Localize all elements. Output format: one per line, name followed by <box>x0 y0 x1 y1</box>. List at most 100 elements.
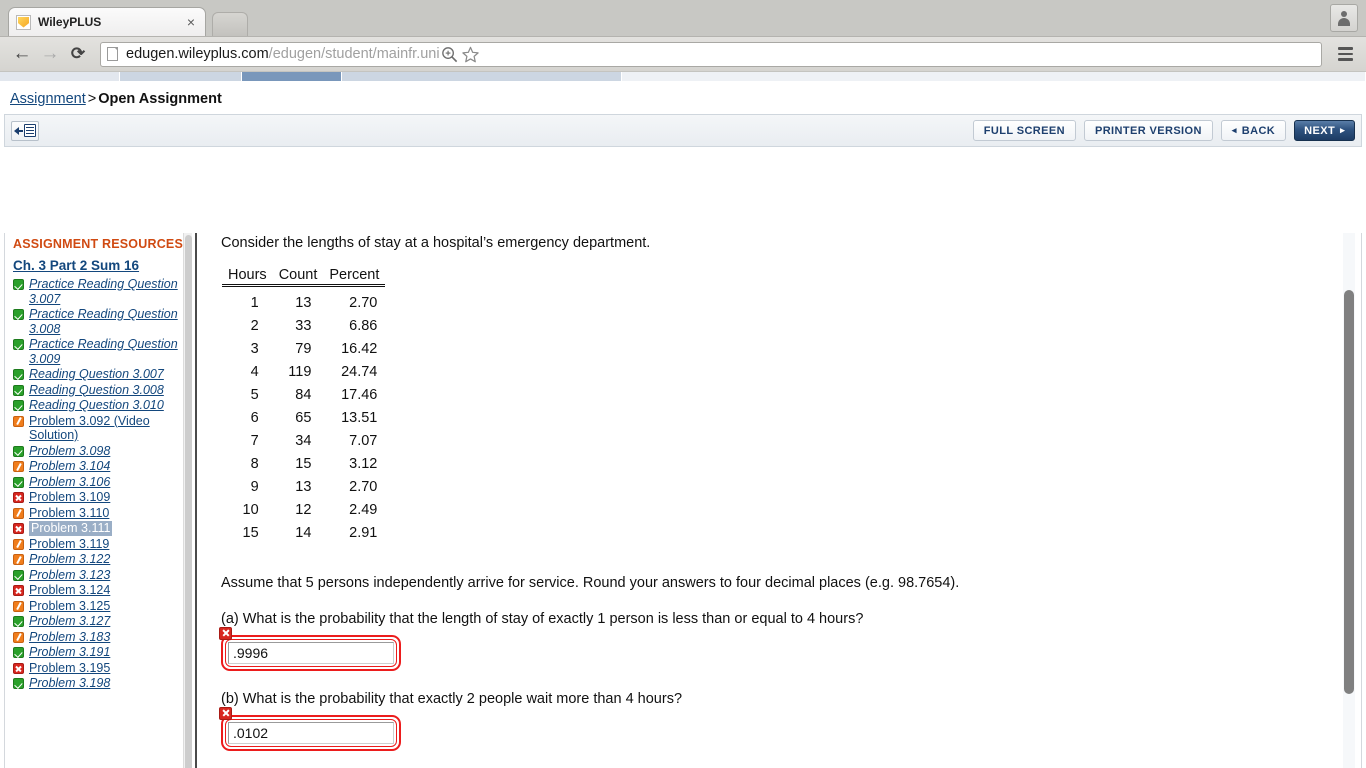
list-item[interactable]: Practice Reading Question 3.007 <box>13 277 195 306</box>
breadcrumb-assignment-link[interactable]: Assignment <box>10 91 86 107</box>
sidebar-item-label[interactable]: Problem 3.198 <box>29 676 110 691</box>
sidebar-item-label[interactable]: Problem 3.098 <box>29 444 110 459</box>
sidebar-item-label[interactable]: Reading Question 3.008 <box>29 383 164 398</box>
collapse-panel-icon[interactable] <box>11 120 39 141</box>
table-cell: 84 <box>295 387 312 403</box>
table-row: 3 79 16.42 <box>222 338 385 361</box>
sidebar-item-label[interactable]: Practice Reading Question 3.008 <box>29 307 195 336</box>
sidebar-item-label[interactable]: Problem 3.123 <box>29 568 110 583</box>
sidebar-item-label[interactable]: Problem 3.106 <box>29 475 110 490</box>
breadcrumb-current: Open Assignment <box>98 91 222 107</box>
list-item[interactable]: Problem 3.127 <box>13 614 195 629</box>
assignment-resources-sidebar: ASSIGNMENT RESOURCES Ch. 3 Part 2 Sum 16… <box>5 233 195 768</box>
list-item[interactable]: Problem 3.092 (Video Solution) <box>13 414 195 443</box>
url-text: edugen.wileyplus.com/edugen/student/main… <box>126 46 440 62</box>
full-screen-button[interactable]: FULL SCREEN <box>972 120 1076 141</box>
sidebar-item-label[interactable]: Practice Reading Question 3.007 <box>29 277 195 306</box>
table-cell: 4 <box>250 364 259 380</box>
search-zoom-icon[interactable] <box>440 45 459 64</box>
back-button[interactable]: ◂ BACK <box>1220 120 1287 141</box>
status-incorrect-icon <box>13 523 24 534</box>
table-cell: 34 <box>295 433 312 449</box>
sidebar-item-label[interactable]: Practice Reading Question 3.009 <box>29 337 195 366</box>
forward-button[interactable]: → <box>36 40 64 68</box>
address-bar[interactable]: edugen.wileyplus.com/edugen/student/main… <box>100 41 1322 67</box>
list-item[interactable]: Reading Question 3.008 <box>13 383 195 398</box>
content-scrollbar[interactable] <box>1343 233 1355 768</box>
length-of-stay-table: Hours Count Percent 1 13 2.70 2 33 6.86 3 79 16.42… <box>222 267 386 545</box>
sidebar-item-label[interactable]: Problem 3.124 <box>29 583 110 598</box>
list-item[interactable]: Problem 3.122 <box>13 552 195 567</box>
list-item[interactable]: Problem 3.191 <box>13 645 195 660</box>
hamburger-menu-icon[interactable] <box>1332 41 1358 67</box>
sidebar-item-label[interactable]: Problem 3.111 <box>29 521 113 536</box>
url-path: /edugen/student/mainfr.uni <box>268 46 440 62</box>
browser-tab[interactable]: WileyPLUS × <box>8 7 206 36</box>
sidebar-scrollbar[interactable] <box>183 233 192 768</box>
table-cell: 10 <box>242 502 259 518</box>
list-item[interactable]: Reading Question 3.010 <box>13 398 195 413</box>
sidebar-item-label[interactable]: Problem 3.119 <box>29 537 109 552</box>
list-item[interactable]: Problem 3.110 <box>13 506 195 521</box>
progress-segment <box>120 72 242 81</box>
assignment-body: ASSIGNMENT RESOURCES Ch. 3 Part 2 Sum 16… <box>4 233 1362 768</box>
table-cell: 33 <box>295 318 312 334</box>
printer-version-button[interactable]: PRINTER VERSION <box>1083 120 1213 141</box>
list-item[interactable]: Problem 3.125 <box>13 599 195 614</box>
sidebar-item-label[interactable]: Problem 3.195 <box>29 661 110 676</box>
star-icon[interactable] <box>461 45 480 64</box>
new-tab-button[interactable] <box>212 12 248 36</box>
content-scrollbar-thumb[interactable] <box>1344 290 1354 694</box>
status-partial-icon <box>13 554 24 565</box>
next-button[interactable]: NEXT ▸ <box>1294 120 1355 141</box>
sidebar-scrollbar-thumb[interactable] <box>185 235 192 768</box>
sidebar-item-label[interactable]: Problem 3.183 <box>29 630 110 645</box>
list-item[interactable]: Problem 3.123 <box>13 568 195 583</box>
list-item[interactable]: Problem 3.198 <box>13 676 195 691</box>
status-partial-icon <box>13 461 24 472</box>
list-item[interactable]: Reading Question 3.007 <box>13 367 195 382</box>
list-item[interactable]: Problem 3.124 <box>13 583 195 598</box>
reload-button[interactable]: ⟳ <box>64 40 92 68</box>
close-icon[interactable]: × <box>184 15 198 29</box>
list-item[interactable]: Problem 3.106 <box>13 475 195 490</box>
intro-text: Consider the lengths of stay at a hospit… <box>221 235 651 251</box>
table-cell: 2.70 <box>349 479 378 495</box>
list-item[interactable]: Problem 3.111 <box>13 521 195 536</box>
sidebar-item-label[interactable]: Problem 3.104 <box>29 459 110 474</box>
table-cell: 2.70 <box>349 295 378 311</box>
list-item[interactable]: Problem 3.098 <box>13 444 195 459</box>
answer-input[interactable] <box>228 641 394 664</box>
sidebar-group-link[interactable]: Ch. 3 Part 2 Sum 16 <box>13 258 195 273</box>
sidebar-item-label[interactable]: Problem 3.110 <box>29 506 109 521</box>
table-row: 7 34 7.07 <box>222 430 385 453</box>
list-item[interactable]: Practice Reading Question 3.008 <box>13 307 195 336</box>
sidebar-item-label[interactable]: Problem 3.092 (Video Solution) <box>29 414 195 443</box>
table-cell: 6 <box>250 410 259 426</box>
sidebar-item-label[interactable]: Problem 3.191 <box>29 645 110 660</box>
sidebar-item-label[interactable]: Reading Question 3.007 <box>29 367 164 382</box>
sidebar-item-label[interactable]: Problem 3.125 <box>29 599 110 614</box>
sidebar-item-label[interactable]: Reading Question 3.010 <box>29 398 164 413</box>
profile-button[interactable] <box>1330 4 1358 32</box>
list-item[interactable]: Problem 3.183 <box>13 630 195 645</box>
list-item[interactable]: Problem 3.109 <box>13 490 195 505</box>
panel-list-icon <box>24 124 36 137</box>
sidebar-item-label[interactable]: Problem 3.109 <box>29 490 110 505</box>
status-partial-icon <box>13 415 24 427</box>
list-item[interactable]: Problem 3.119 <box>13 537 195 552</box>
table-cell: 79 <box>295 341 312 357</box>
list-item[interactable]: Problem 3.195 <box>13 661 195 676</box>
list-item[interactable]: Practice Reading Question 3.009 <box>13 337 195 366</box>
back-button[interactable]: ← <box>8 40 36 68</box>
list-item[interactable]: Problem 3.104 <box>13 459 195 474</box>
answer-input[interactable] <box>228 721 394 744</box>
table-cell: 3 <box>250 341 259 357</box>
sidebar-item-label[interactable]: Problem 3.122 <box>29 552 110 567</box>
table-cell: 16.42 <box>341 341 378 357</box>
back-button-label: BACK <box>1241 124 1276 137</box>
left-caret-icon: ◂ <box>1231 125 1237 135</box>
sidebar-item-label[interactable]: Problem 3.127 <box>29 614 110 629</box>
status-incorrect-icon <box>219 706 232 720</box>
sidebar-title: ASSIGNMENT RESOURCES <box>13 237 183 251</box>
